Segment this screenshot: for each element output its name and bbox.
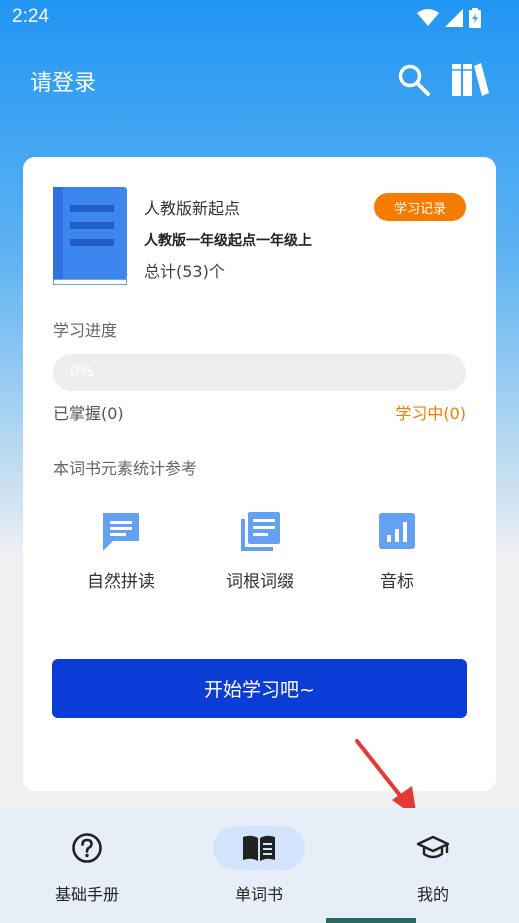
bottom-navigation: 基础手册 单词书 我的 [0,808,519,923]
status-time: 2:24 [12,6,49,27]
learning-count[interactable]: 学习中(0) [395,400,466,424]
wordbook-card: 人教版新起点 人教版一年级起点一年级上 总计(53)个 学习记录 学习进度 0%… [23,157,496,791]
nav-mine[interactable]: 我的 [363,826,503,905]
mastered-count[interactable]: 已掌握(0) [53,400,124,424]
progress-bar: 0% [53,354,466,391]
library-list-icon [241,512,280,551]
progress-value: 0% [70,362,94,380]
feature-phonetic-symbols[interactable]: 音标 [337,509,457,592]
graduation-cap-icon [416,835,450,859]
system-home-indicator [326,918,416,923]
feature-phonics-label: 自然拼读 [87,572,155,592]
chat-bubble-icon [103,513,139,551]
progress-section-label: 学习进度 [53,321,118,340]
search-icon[interactable] [396,62,432,98]
features-section-label: 本词书元素统计参考 [53,459,198,478]
nav-basic-handbook[interactable]: 基础手册 [17,826,157,905]
feature-roots-affixes-label: 词根词缀 [226,572,294,592]
start-learning-button[interactable]: 开始学习吧~ [52,659,467,718]
feature-phonetic-symbols-label: 音标 [380,572,414,592]
book-name: 人教版新起点 [144,199,241,218]
nav-mine-label: 我的 [416,885,449,904]
bar-chart-icon [379,513,415,549]
book-word-count: 总计(53)个 [144,262,225,281]
app-bar: 请登录 [0,58,519,102]
bookshelf-icon[interactable] [450,60,490,100]
cell-signal-icon [445,9,463,27]
login-title[interactable]: 请登录 [30,65,96,97]
battery-icon [469,8,481,28]
book-description: 人教版一年级起点一年级上 [144,233,312,249]
book-cover-icon [53,187,127,285]
study-record-button[interactable]: 学习记录 [374,193,466,221]
feature-phonics[interactable]: 自然拼读 [61,509,181,592]
help-circle-icon [72,833,102,863]
status-bar: 2:24 [0,0,519,36]
open-book-icon [243,835,275,861]
feature-roots-affixes[interactable]: 词根词缀 [200,509,320,592]
wifi-icon [417,9,439,26]
nav-wordbook-label: 单词书 [234,885,283,904]
nav-wordbook[interactable]: 单词书 [189,826,329,905]
nav-basic-handbook-label: 基础手册 [54,885,119,904]
